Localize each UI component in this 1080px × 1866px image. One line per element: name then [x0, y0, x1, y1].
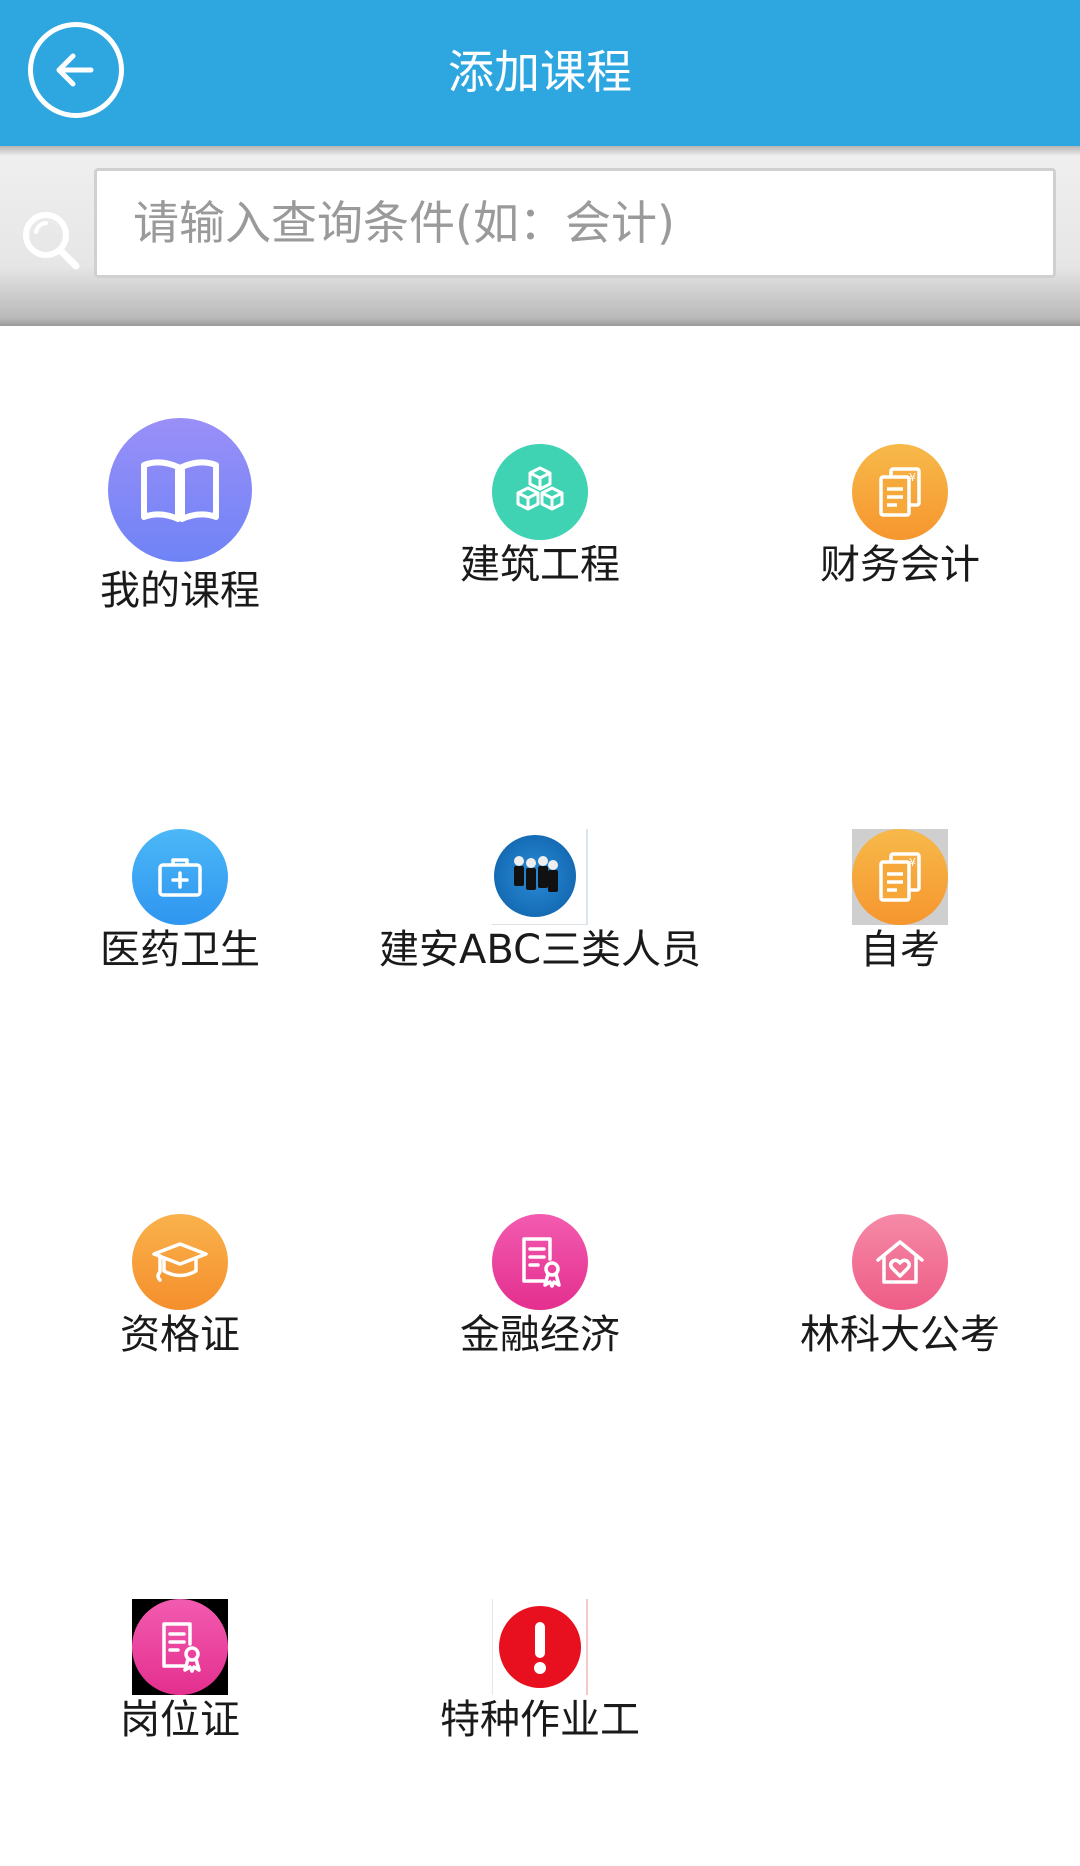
category-self-study-exam[interactable]: ¥ 自考	[720, 711, 1080, 1096]
certificate-icon	[132, 1599, 228, 1695]
category-forestry-exam[interactable]: 林科大公考	[720, 1096, 1080, 1481]
category-label: 建筑工程	[460, 542, 620, 588]
category-post-certificate[interactable]: 岗位证	[0, 1481, 360, 1866]
house-heart-icon	[852, 1214, 948, 1310]
category-label: 建安ABC三类人员	[378, 927, 702, 973]
cubes-icon	[492, 444, 588, 540]
category-my-courses[interactable]: 我的课程	[0, 326, 360, 711]
app-header: 添加课程	[0, 0, 1080, 146]
category-label: 我的课程	[100, 568, 260, 614]
category-label: 资格证	[120, 1312, 240, 1358]
graduation-cap-icon	[132, 1214, 228, 1310]
invoice-yen-icon: ¥	[852, 444, 948, 540]
search-icon[interactable]	[16, 204, 88, 276]
category-label: 岗位证	[120, 1697, 240, 1743]
svg-text:¥: ¥	[909, 471, 916, 484]
category-label: 金融经济	[460, 1312, 620, 1358]
category-special-operations[interactable]: 特种作业工	[360, 1481, 720, 1866]
category-label: 特种作业工	[440, 1697, 640, 1743]
category-accounting[interactable]: ¥ 财务会计	[720, 326, 1080, 711]
svg-text:¥: ¥	[909, 856, 916, 869]
category-qualification[interactable]: 资格证	[0, 1096, 360, 1481]
category-label: 财务会计	[820, 542, 980, 588]
certificate-icon	[492, 1214, 588, 1310]
category-abc-personnel[interactable]: 建安ABC三类人员	[360, 711, 720, 1096]
category-medical[interactable]: 医药卫生	[0, 711, 360, 1096]
category-finance[interactable]: 金融经济	[360, 1096, 720, 1481]
category-grid: 我的课程 建筑工程 ¥ 财务会计 医药卫生 建安ABC三类人员 ¥ 自考 资格证…	[0, 326, 1080, 1856]
people-group-icon	[494, 835, 576, 917]
page-title: 添加课程	[448, 45, 632, 99]
category-construction[interactable]: 建筑工程	[360, 326, 720, 711]
category-label: 自考	[860, 927, 940, 973]
exclamation-icon	[499, 1606, 581, 1688]
search-input[interactable]: 请输入查询条件(如：会计)	[94, 168, 1056, 278]
category-label: 医药卫生	[100, 927, 260, 973]
medical-kit-icon	[132, 829, 228, 925]
open-book-icon	[108, 418, 252, 562]
invoice-yen-icon: ¥	[852, 829, 948, 925]
search-bar: 请输入查询条件(如：会计)	[0, 146, 1080, 326]
category-label: 林科大公考	[800, 1312, 1000, 1358]
